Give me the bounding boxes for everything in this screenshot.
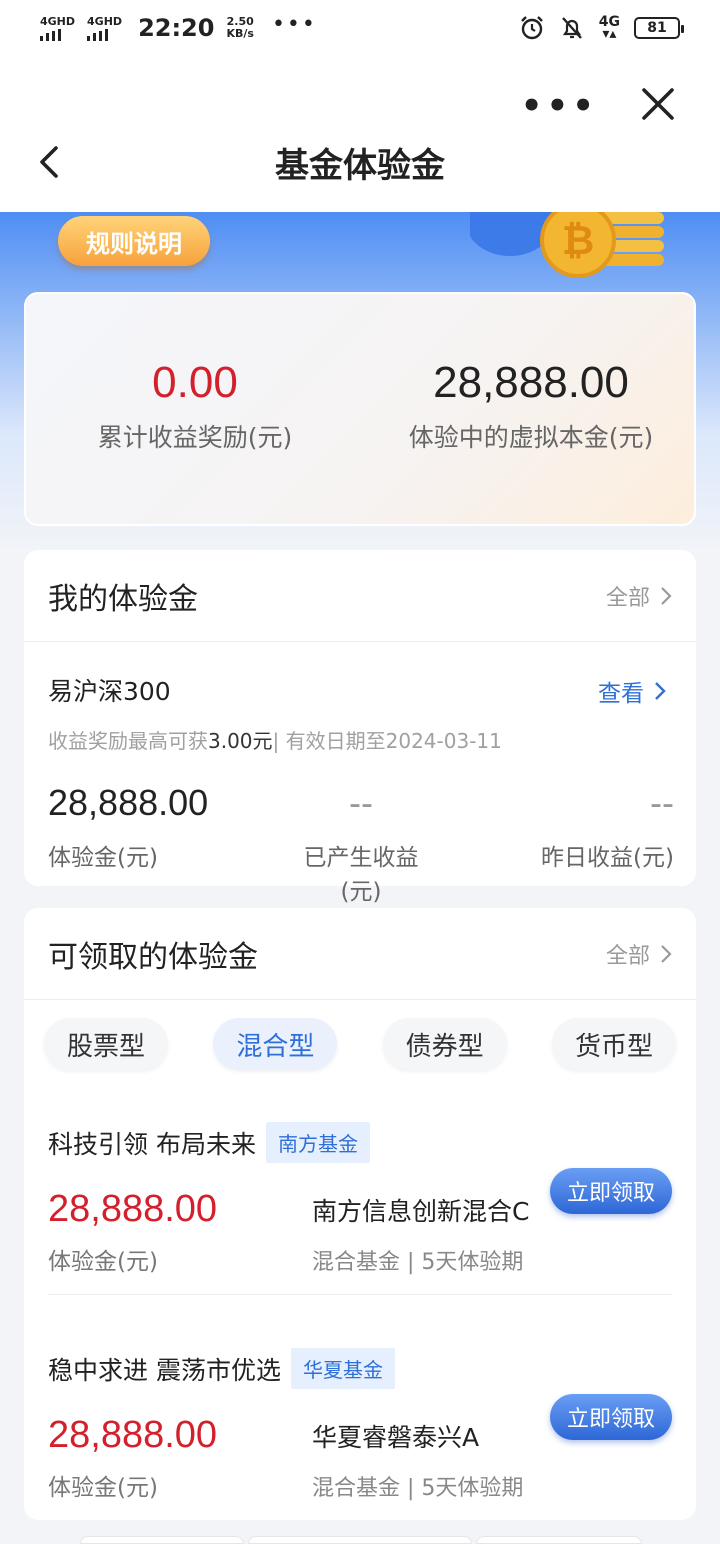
offer-amount-label: 体验金(元) (48, 1249, 158, 1275)
fund-type-tabs: 股票型 混合型 债券型 货币型 (44, 1018, 676, 1070)
speed-unit: KB/s (226, 27, 254, 40)
signal-label-2: 4GHD (87, 14, 123, 28)
my-experience-header: 我的体验金 全部 (24, 550, 696, 642)
bottom-peek-card (476, 1536, 642, 1544)
coin-stack-icon: ₿ (470, 212, 664, 278)
all-link-label: 全部 (605, 943, 650, 969)
my-experience-title: 我的体验金 (48, 581, 198, 617)
reward-note-amount: 3.00元 (208, 729, 273, 753)
all-link-label: 全部 (605, 585, 650, 611)
signal-bars-icon (40, 28, 75, 41)
reward-note-validity: | 有效日期至2024-03-11 (272, 729, 502, 753)
page-title: 基金体验金 (275, 146, 445, 186)
offer-fund-name: 华夏睿磐泰兴A (312, 1423, 480, 1452)
network-type: 4G (598, 14, 620, 30)
offer-divider (48, 1294, 672, 1295)
rules-button[interactable]: 规则说明 (58, 216, 210, 266)
more-notifications-icon: ••• (271, 11, 317, 37)
stat-label: 昨日收益(元) (541, 845, 674, 871)
view-fund-link[interactable]: 查看 (598, 674, 666, 708)
alarm-icon (520, 16, 543, 40)
stat-label: 已产生收益(元) (303, 845, 419, 905)
signal-indicator-2: 4GHD (87, 16, 122, 41)
available-experience-card: 可领取的体验金 全部 股票型 混合型 债券型 货币型 科技引领 布局未来 南方基… (24, 908, 696, 1520)
claim-button[interactable]: 立即领取 (550, 1394, 672, 1440)
fund-company-tag: 南方基金 (265, 1122, 370, 1163)
battery-icon: 81 (634, 17, 684, 39)
available-experience-title: 可领取的体验金 (48, 939, 258, 975)
nav-header: ••• 基金体验金 (0, 56, 720, 212)
virtual-principal-value: 28,888.00 (433, 358, 629, 407)
my-experience-card: 我的体验金 全部 易沪深300 查看 收益奖励最高可获3.00元| 有效日期至2… (24, 550, 696, 905)
chevron-right-icon (655, 682, 666, 700)
stat-value: 28,888.00 (48, 782, 209, 823)
bottom-peek-card (80, 1536, 244, 1544)
view-link-label: 查看 (598, 681, 644, 707)
svg-text:₿: ₿ (562, 218, 595, 264)
cumulative-reward-label: 累计收益奖励(元) (97, 423, 293, 452)
offer-amount: 28,888.00 (48, 1188, 218, 1230)
stat-label: 体验金(元) (48, 845, 158, 871)
available-experience-header: 可领取的体验金 全部 (24, 908, 696, 1000)
stat-value: -- (349, 782, 373, 823)
cumulative-reward-value: 0.00 (152, 358, 238, 407)
reward-note: 收益奖励最高可获3.00元| 有效日期至2024-03-11 (48, 725, 502, 754)
signal-indicator-1: 4GHD (40, 16, 75, 41)
virtual-principal-label: 体验中的虚拟本金(元) (408, 423, 654, 452)
reward-note-prefix: 收益奖励最高可获 (48, 729, 208, 753)
battery-level: 81 (647, 20, 667, 36)
offer-amount-label: 体验金(元) (48, 1475, 158, 1501)
offer-fund-detail: 混合基金 | 5天体验期 (312, 1476, 524, 1501)
signal-bars-icon (87, 28, 122, 41)
offer-headline-row: 稳中求进 震荡市优选 华夏基金 (48, 1348, 395, 1389)
virtual-principal: 28,888.00 体验中的虚拟本金(元) (386, 358, 676, 454)
offer-fund-detail: 混合基金 | 5天体验期 (312, 1250, 524, 1275)
chevron-right-icon (661, 944, 672, 963)
mute-bell-icon (561, 17, 582, 39)
stat-experience-amount: 28,888.00 体验金(元) (48, 782, 208, 872)
chevron-right-icon (661, 586, 672, 605)
tab-money-market[interactable]: 货币型 (551, 1018, 676, 1070)
stat-yesterday-earnings: -- 昨日收益(元) (541, 782, 674, 872)
summary-card: 0.00 累计收益奖励(元) 28,888.00 体验中的虚拟本金(元) (24, 292, 696, 526)
bottom-peek-card (248, 1536, 472, 1544)
network-speed: 2.50 KB/s (226, 16, 253, 40)
my-experience-all-link[interactable]: 全部 (606, 580, 672, 612)
offer-headline: 稳中求进 震荡市优选 (48, 1355, 281, 1385)
offer-headline: 科技引领 布局未来 (48, 1129, 256, 1159)
fund-company-tag: 华夏基金 (290, 1348, 395, 1389)
claim-button[interactable]: 立即领取 (550, 1168, 672, 1214)
offer-headline-row: 科技引领 布局未来 南方基金 (48, 1122, 370, 1163)
offer-amount: 28,888.00 (48, 1414, 218, 1456)
signal-label-1: 4GHD (40, 14, 76, 28)
offer-item: 科技引领 布局未来 南方基金 28,888.00 体验金(元) 南方信息创新混合… (48, 1122, 672, 1292)
tab-bond[interactable]: 债券型 (382, 1018, 507, 1070)
close-icon[interactable] (638, 84, 678, 124)
offer-fund-name: 南方信息创新混合C (312, 1197, 530, 1226)
tab-hybrid[interactable]: 混合型 (213, 1018, 338, 1070)
status-bar: 4GHD 4GHD 22:20 2.50 KB/s ••• 4G ▾▴ 81 (0, 0, 720, 56)
mobile-data-indicator: 4G ▾▴ (598, 14, 620, 42)
offer-item: 稳中求进 震荡市优选 华夏基金 28,888.00 体验金(元) 华夏睿磐泰兴A… (48, 1348, 672, 1518)
tab-stock[interactable]: 股票型 (44, 1018, 168, 1070)
stat-value: -- (650, 782, 674, 823)
cumulative-reward: 0.00 累计收益奖励(元) (80, 358, 310, 454)
clock: 22:20 (138, 14, 215, 42)
more-options-button[interactable]: ••• (521, 86, 598, 126)
held-fund-name: 易沪深300 (48, 677, 171, 706)
stat-generated-earnings: -- 已产生收益(元) (284, 782, 438, 906)
available-experience-all-link[interactable]: 全部 (606, 938, 672, 970)
